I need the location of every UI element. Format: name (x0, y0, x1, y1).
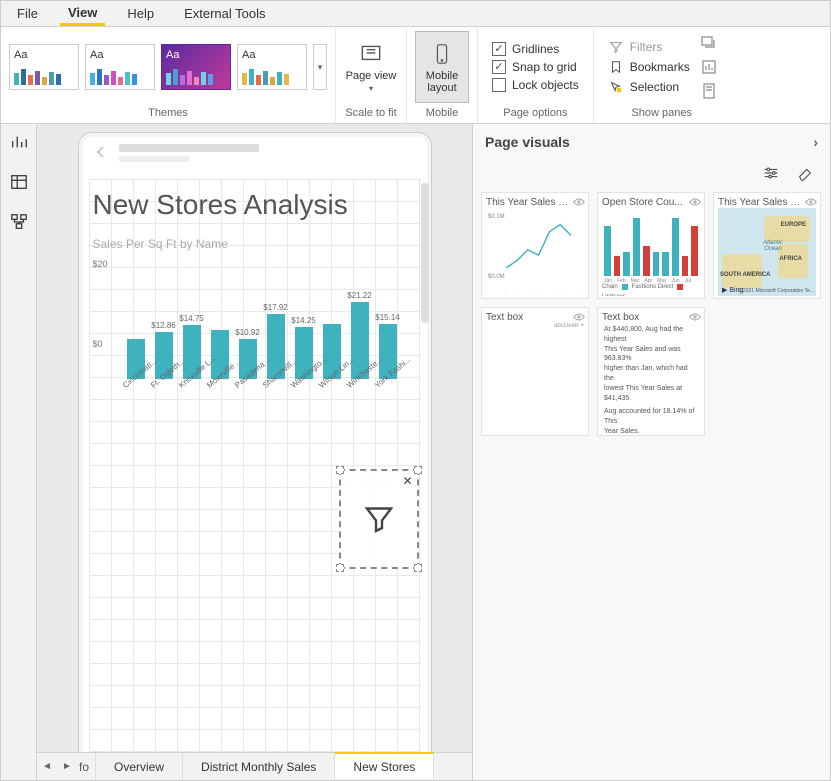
mobile-canvas[interactable]: New Stores Analysis Sales Per Sq Ft by N… (78, 132, 432, 752)
menu-file[interactable]: File (9, 3, 46, 24)
page-view-label: Page view (346, 70, 397, 82)
page-view-button[interactable]: Page view ▾ (344, 31, 398, 103)
bookmarks-label: Bookmarks (630, 60, 690, 74)
theme-swatch-4[interactable]: Aa (237, 44, 307, 90)
menu-external-tools[interactable]: External Tools (176, 3, 273, 24)
visibility-icon[interactable] (689, 311, 701, 323)
x-axis-labels: Cincinnati...Ft. Ogleth...Knoxville L...… (121, 379, 421, 413)
phone-back-icon (93, 144, 111, 162)
bookmarks-pane-toggle[interactable]: Bookmarks (608, 59, 690, 75)
mini-line-chart (490, 212, 580, 284)
tile-this-year-sales-map[interactable]: This Year Sales b... EUROPE AFRICA SOUTH… (713, 192, 821, 299)
visibility-icon[interactable] (689, 196, 701, 208)
tile-label: Text box (486, 312, 584, 323)
page-visuals-panel: Page visuals › This Year Sales b... $0.1… (472, 124, 830, 780)
phone-scrollbar[interactable] (421, 183, 429, 323)
page-view-icon (357, 40, 385, 68)
slicer-visual-selected[interactable]: ✕ (339, 469, 419, 569)
report-view-icon[interactable] (9, 132, 29, 152)
tab-peek[interactable]: fo (77, 753, 96, 780)
tile-text-box-1[interactable]: Text box abcDoeB × (481, 307, 589, 436)
legend-chain: Chain (602, 284, 618, 290)
selection-pane-toggle[interactable]: Selection (608, 79, 690, 95)
mini-bar-chart (602, 208, 700, 278)
sync-slicers-icon[interactable] (700, 34, 718, 52)
funnel-icon (361, 501, 397, 537)
canvas-title: New Stores Analysis (89, 179, 421, 223)
remove-visual-icon[interactable]: ✕ (402, 474, 412, 488)
gridlines-checkbox[interactable]: Gridlines (492, 42, 579, 56)
eraser-icon[interactable] (796, 164, 816, 184)
filters-label: Filters (630, 40, 663, 54)
performance-analyzer-icon[interactable] (700, 58, 718, 76)
mobile-icon (428, 40, 456, 68)
tab-nav-next[interactable]: ► (57, 753, 77, 780)
data-view-icon[interactable] (9, 172, 29, 192)
mobile-layout-label: Mobile layout (416, 70, 468, 94)
page-options-group-label: Page options (503, 107, 567, 121)
legend-a: Fashions Direct (632, 284, 674, 290)
menu-help[interactable]: Help (119, 3, 162, 24)
menu-view[interactable]: View (60, 2, 105, 26)
tab-overview[interactable]: Overview (96, 753, 183, 780)
chart-subtitle: Sales Per Sq Ft by Name (89, 223, 421, 255)
menubar: File View Help External Tools (1, 1, 830, 27)
workspace: New Stores Analysis Sales Per Sq Ft by N… (1, 124, 830, 780)
theme-swatch-3[interactable]: Aa (161, 44, 231, 90)
themes-dropdown[interactable]: ▾ (313, 44, 327, 90)
panel-expand-icon[interactable]: › (813, 134, 818, 150)
tile-label: Text box (602, 312, 700, 323)
snap-to-grid-checkbox[interactable]: Snap to grid (492, 60, 579, 74)
mini-map: EUROPE AFRICA SOUTH AMERICA Atlantic Oce… (718, 208, 816, 296)
visibility-icon[interactable] (573, 196, 585, 208)
tile-label: This Year Sales b... (718, 197, 816, 208)
left-nav-rail (1, 124, 37, 780)
textbox2-content: At $440,800, Aug had the highest This Ye… (602, 323, 700, 433)
y-tick-0: $0 (93, 339, 123, 349)
theme-swatch-2[interactable]: Aa (85, 44, 155, 90)
theme-aa-label: Aa (14, 49, 74, 61)
selection-label: Selection (630, 80, 679, 94)
selection-icon (608, 79, 624, 95)
lock-label: Lock objects (512, 78, 579, 92)
visibility-icon[interactable] (805, 196, 817, 208)
bookmark-icon (608, 59, 624, 75)
visibility-icon[interactable] (573, 311, 585, 323)
themes-gallery: Aa Aa Aa (9, 44, 327, 90)
theme-aa-label: Aa (166, 49, 226, 61)
tile-open-store-count[interactable]: Open Store Cou... JanFebMarAprMayJu (597, 192, 705, 299)
themes-group-label: Themes (148, 107, 188, 121)
tile-label: This Year Sales b... (486, 197, 584, 208)
canvas-area: New Stores Analysis Sales Per Sq Ft by N… (37, 124, 472, 780)
scale-group-label: Scale to fit (345, 107, 396, 121)
tile-label: Open Store Cou... (602, 197, 700, 208)
phone-title-placeholder (119, 144, 259, 152)
more-panes-icon[interactable] (700, 82, 718, 100)
gridlines-label: Gridlines (512, 42, 559, 56)
lock-objects-checkbox[interactable]: Lock objects (492, 78, 579, 92)
mobile-layout-button[interactable]: Mobile layout (415, 31, 469, 103)
settings-icon[interactable] (762, 164, 782, 184)
tab-district-monthly-sales[interactable]: District Monthly Sales (183, 753, 335, 780)
filters-pane-toggle[interactable]: Filters (608, 39, 690, 55)
theme-aa-label: Aa (242, 49, 302, 61)
model-view-icon[interactable] (9, 212, 29, 232)
mobile-group-label: Mobile (426, 107, 458, 121)
filter-icon (608, 39, 624, 55)
tab-nav-prev[interactable]: ◄ (37, 753, 57, 780)
theme-aa-label: Aa (90, 49, 150, 61)
page-tabs: ◄ ► fo Overview District Monthly Sales N… (37, 752, 472, 780)
tile-text-box-2[interactable]: Text box At $440,800, Aug had the highes… (597, 307, 705, 436)
textbox1-content: abcDoeB × (554, 323, 584, 329)
ribbon: Aa Aa Aa (1, 27, 830, 124)
y-tick-20: $20 (93, 259, 123, 269)
legend-b: Lindseys (602, 294, 626, 296)
show-panes-group-label: Show panes (631, 107, 692, 121)
tab-new-stores[interactable]: New Stores (335, 752, 434, 779)
snap-label: Snap to grid (512, 60, 577, 74)
theme-swatch-1[interactable]: Aa (9, 44, 79, 90)
tile-this-year-sales-line[interactable]: This Year Sales b... $0.1M $0.0M ······· (481, 192, 589, 299)
phone-subtitle-placeholder (119, 156, 189, 162)
page-visuals-title: Page visuals (485, 134, 570, 150)
